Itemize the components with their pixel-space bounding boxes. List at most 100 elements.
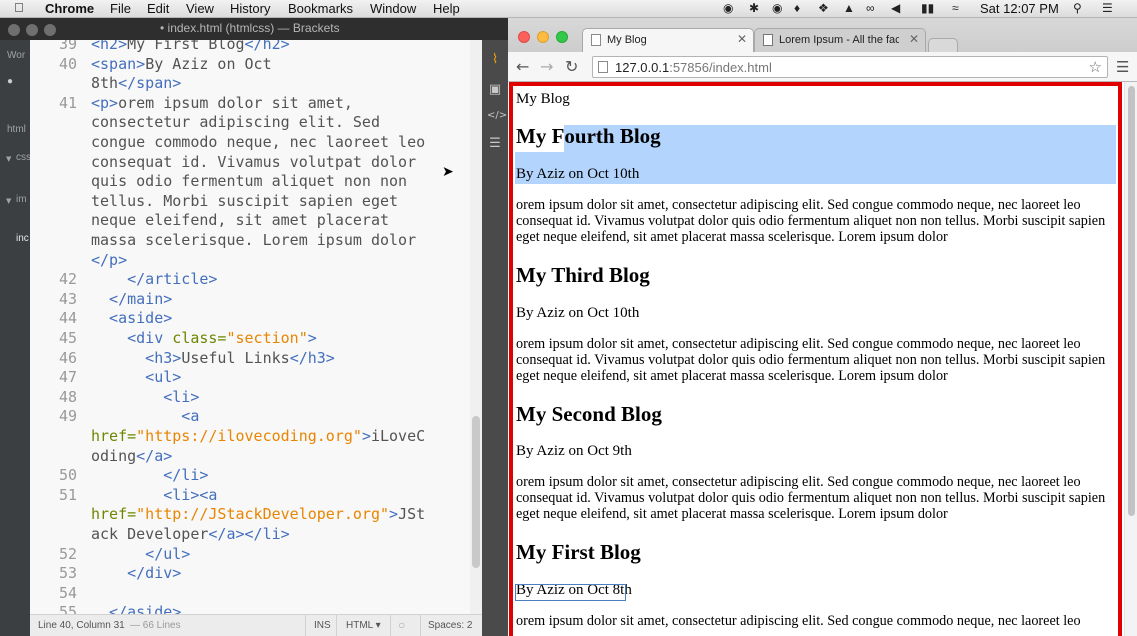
menu-app-name[interactable]: Chrome [45,1,94,16]
zoom-window-button[interactable] [556,31,568,43]
sidebar-folder-css[interactable]: css [16,152,30,163]
status-divider [390,615,391,636]
sidebar-folder-images[interactable]: im [16,194,27,205]
code-line[interactable]: 50 </li> [30,465,482,485]
minimize-window-button[interactable] [537,31,549,43]
code-token: tellus. Morbi suscipit sapien eget [91,191,399,210]
battery-icon[interactable]: ▮▮ [921,1,934,15]
zoom-window-button[interactable] [44,24,56,36]
new-tab-button[interactable] [928,38,958,52]
back-arrow-icon[interactable]: ← [516,57,529,76]
layers-icon[interactable]: ☰ [487,136,503,152]
sidebar-item-html[interactable]: html [7,124,26,135]
chrome-menu-icon[interactable]: ☰ [1116,58,1129,76]
line-number: 55 [58,603,77,614]
language-select[interactable]: HTML ▾ [346,620,381,631]
wifi-icon[interactable]: ≈ [952,1,959,15]
code-tool-icon[interactable]: </> [487,108,507,124]
menu-help[interactable]: Help [433,1,460,16]
code-token: massa scelerisque. Lorem ipsum dolor [91,231,417,249]
chevron-down-icon[interactable]: ▼ [6,155,11,163]
menu-bookmarks[interactable]: Bookmarks [288,1,353,16]
menu-clock[interactable]: Sat 12:07 PM [980,1,1059,16]
address-bar[interactable]: 127.0.0.1:57856/index.html ☆ [592,56,1108,78]
code-line[interactable]: ack Developer</a></li> [30,524,482,544]
extension-manager-icon[interactable]: ▣ [487,82,503,98]
code-line[interactable]: 48 <li> [30,387,482,407]
menu-view[interactable]: View [186,1,214,16]
code-line[interactable]: href="https://ilovecoding.org">iLoveC [30,426,482,446]
editor-scrollbar-thumb[interactable] [472,416,480,568]
code-line[interactable]: 52 </ul> [30,544,482,564]
code-line[interactable]: congue commodo neque, nec laoreet leo [30,132,482,152]
reload-icon[interactable]: ↻ [565,57,578,76]
code-line[interactable]: consectetur adipiscing elit. Sed [30,112,482,132]
code-text: quis odio fermentum aliquet non non [91,171,407,191]
menu-window[interactable]: Window [370,1,416,16]
code-line[interactable]: 40 <span>By Aziz on Oct [30,54,482,74]
page-scrollbar-track[interactable] [1124,82,1137,636]
code-line[interactable]: 49 <a [30,406,482,426]
close-tab-icon[interactable]: ✕ [909,32,919,46]
dropbox-icon[interactable]: ❖ [818,1,829,15]
tab-lorem-ipsum[interactable]: Lorem Ipsum - All the facts ✕ [754,28,926,52]
sidebar-file-index[interactable]: inc [16,233,29,244]
code-line[interactable]: 46 <h3>Useful Links</h3> [30,348,482,368]
close-window-button[interactable] [8,24,20,36]
sidebar-working-file[interactable]: ● [7,76,13,87]
notification-list-icon[interactable]: ☰ [1102,1,1113,15]
code-token: </h2> [244,40,290,53]
code-line[interactable]: 8th</span> [30,73,482,93]
code-line[interactable]: 44 <aside> [30,308,482,328]
tab-my-blog[interactable]: My Blog ✕ [582,28,754,52]
code-line[interactable]: 47 <ul> [30,367,482,387]
bookmark-star-icon[interactable]: ☆ [1089,58,1102,76]
code-line[interactable]: 42 </article> [30,269,482,289]
address-url[interactable]: 127.0.0.1:57856/index.html [615,60,772,75]
code-line[interactable]: consequat id. Vivamus volutpat dolor [30,152,482,172]
code-line[interactable]: tellus. Morbi suscipit sapien eget [30,191,482,211]
page-viewport[interactable]: My Blog My Fourth Blog By Aziz on Oct 10… [508,82,1137,636]
extension-icon[interactable]: ✱ [749,1,759,15]
code-line[interactable]: 51 <li><a [30,485,482,505]
apple-menu-icon[interactable]:  [14,0,24,15]
menu-edit[interactable]: Edit [147,1,169,16]
creative-cloud-icon[interactable]: ∞ [866,1,875,15]
bell-icon[interactable]: ♦ [794,1,800,15]
code-line[interactable]: 54 [30,583,482,603]
code-line[interactable]: 39 <h2>My First Blog</h2> [30,40,482,54]
forward-arrow-icon[interactable]: → [540,57,553,76]
close-window-button[interactable] [518,31,530,43]
code-line[interactable]: 41 <p>orem ipsum dolor sit amet, [30,93,482,113]
code-line[interactable]: oding</a> [30,446,482,466]
insert-mode-toggle[interactable]: INS [314,620,331,631]
code-line[interactable]: 45 <div class="section"> [30,328,482,348]
code-line[interactable]: quis odio fermentum aliquet non non [30,171,482,191]
live-preview-icon[interactable]: ⌇ [487,52,503,68]
drive-icon[interactable]: ▲ [843,1,855,15]
chevron-down-icon[interactable]: ▼ [6,197,11,205]
menu-file[interactable]: File [110,1,131,16]
chat-icon[interactable]: ◉ [772,1,782,15]
minimize-window-button[interactable] [26,24,38,36]
code-line[interactable]: 43 </main> [30,289,482,309]
code-line[interactable]: href="http://JStackDeveloper.org">JSt [30,504,482,524]
menu-history[interactable]: History [230,1,270,16]
code-line[interactable]: massa scelerisque. Lorem ipsum dolor [30,230,482,250]
line-number: 48 [58,387,77,406]
code-line[interactable]: neque eleifend, sit amet placerat [30,210,482,230]
code-token: </h3> [289,348,335,367]
indent-spaces-setting[interactable]: Spaces: 2 [428,620,472,631]
spotlight-icon[interactable]: ⚲ [1073,1,1082,15]
page-scrollbar-thumb[interactable] [1128,86,1135,516]
close-tab-icon[interactable]: ✕ [737,32,747,46]
record-icon[interactable]: ◉ [723,1,733,15]
volume-icon[interactable]: ◀ [891,1,900,15]
linter-status-icon[interactable]: ○ [398,618,405,632]
code-line[interactable]: </p> [30,250,482,270]
code-text: massa scelerisque. Lorem ipsum dolor [91,230,416,250]
brackets-titlebar: • index.html (htmlcss) — Brackets [0,18,508,40]
code-editor[interactable]: 39 <h2>My First Blog</h2> 40 <span>By Aziz … [30,40,482,614]
code-line[interactable]: 55 </aside> [30,602,482,614]
code-line[interactable]: 53 </div> [30,563,482,583]
